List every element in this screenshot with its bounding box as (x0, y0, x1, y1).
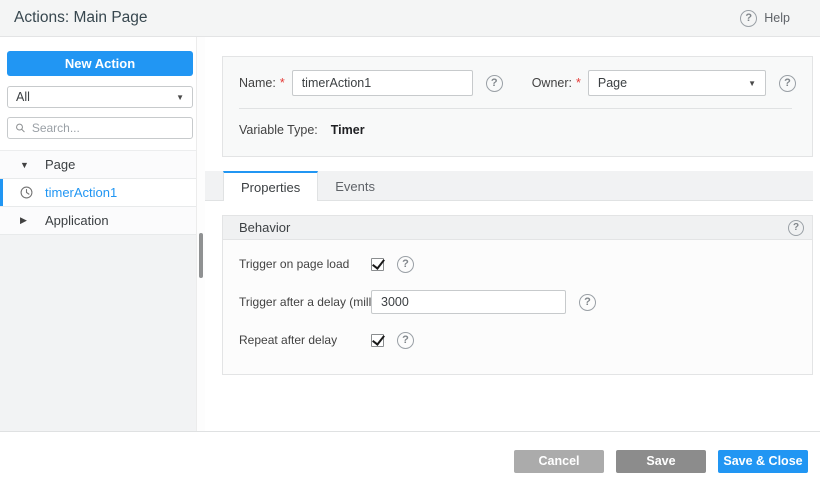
dialog-footer: Cancel Save Save & Close (0, 431, 820, 489)
behavior-help-icon[interactable]: ? (788, 219, 804, 236)
delay-milliseconds-input[interactable] (371, 290, 566, 314)
property-help-icon[interactable]: ? (397, 331, 414, 349)
required-marker: * (279, 76, 285, 90)
trigger-on-page-load-checkbox[interactable] (371, 257, 384, 271)
name-help-icon[interactable]: ? (485, 74, 503, 92)
chevron-down-icon: ▼ (748, 78, 756, 88)
tab-events[interactable]: Events (318, 171, 392, 200)
tree-item-timer-action[interactable]: timerAction1 (0, 179, 205, 207)
behavior-title: Behavior (239, 220, 291, 235)
property-label: Trigger after a delay (millisec… (239, 295, 371, 309)
owner-help-icon[interactable]: ? (779, 74, 796, 92)
caret-right-icon: ▶ (20, 215, 27, 225)
behavior-panel-header: Behavior ? (223, 216, 812, 240)
page-title: Actions: Main Page (14, 9, 148, 26)
variable-type-row: Variable Type: Timer (223, 109, 812, 151)
repeat-after-delay-checkbox[interactable] (371, 333, 384, 347)
action-summary-panel: Name: * ? Owner: * Page ▼ ? Variable Typ… (222, 56, 813, 157)
behavior-panel-body: Trigger on page load ? Trigger after a d… (223, 240, 812, 374)
name-label: Name: (239, 76, 276, 90)
property-help-icon[interactable]: ? (579, 293, 596, 311)
actions-tree: ▼ Page timerAction1 ▶ Application (0, 150, 205, 235)
detail-tabs: Properties Events (205, 171, 813, 201)
caret-down-icon: ▼ (20, 159, 29, 170)
property-row-trigger-delay: Trigger after a delay (millisec… ? (239, 283, 796, 321)
name-owner-row: Name: * ? Owner: * Page ▼ ? (223, 57, 812, 108)
owner-value: Page (597, 76, 628, 90)
name-input[interactable] (291, 70, 473, 96)
actions-sidebar: New Action All ▼ ▼ Page (0, 37, 205, 431)
property-help-icon[interactable]: ? (397, 255, 414, 273)
owner-label: Owner: (531, 76, 572, 90)
action-detail-pane: Name: * ? Owner: * Page ▼ ? Variable Typ… (205, 37, 820, 430)
new-action-button[interactable]: New Action (7, 51, 193, 76)
save-button[interactable]: Save (616, 450, 706, 473)
property-row-repeat-after-delay: Repeat after delay ? (239, 321, 796, 359)
search-icon (16, 123, 25, 133)
sidebar-controls: New Action All ▼ (0, 37, 205, 150)
search-input[interactable] (31, 121, 185, 135)
search-box[interactable] (7, 117, 193, 139)
help-label: Help (764, 11, 790, 25)
filter-dropdown[interactable]: All ▼ (7, 86, 193, 108)
tab-label: Properties (241, 179, 301, 195)
property-row-trigger-on-page-load: Trigger on page load ? (239, 245, 796, 283)
chevron-down-icon: ▼ (176, 92, 184, 102)
tree-group-label: Application (45, 213, 109, 228)
variable-type-value: Timer (330, 123, 365, 137)
help-icon: ? (740, 9, 758, 27)
cancel-button[interactable]: Cancel (514, 450, 604, 473)
property-label: Trigger on page load (239, 257, 350, 271)
tree-group-page[interactable]: ▼ Page (0, 151, 205, 179)
tab-properties[interactable]: Properties (223, 171, 319, 201)
window-header: Actions: Main Page ? Help (0, 0, 820, 37)
behavior-panel: Behavior ? Trigger on page load ? Trigge… (222, 215, 813, 375)
sidebar-scrollbar[interactable] (196, 37, 205, 431)
owner-dropdown[interactable]: Page ▼ (587, 70, 766, 96)
actions-editor-window: Actions: Main Page ? Help New Action All… (0, 0, 820, 489)
required-marker: * (576, 76, 581, 90)
tree-group-label: Page (45, 157, 76, 172)
tree-item-label: timerAction1 (45, 185, 118, 200)
variable-type-label: Variable Type: (239, 123, 318, 137)
scrollbar-thumb[interactable] (199, 233, 203, 278)
sidebar-filler (0, 235, 205, 431)
property-label: Repeat after delay (239, 333, 338, 347)
help-button[interactable]: ? Help (740, 9, 790, 27)
filter-value: All (16, 90, 30, 104)
tree-group-application[interactable]: ▶ Application (0, 207, 205, 235)
clock-icon (20, 186, 33, 199)
tab-label: Events (335, 179, 375, 194)
save-and-close-button[interactable]: Save & Close (718, 450, 808, 473)
